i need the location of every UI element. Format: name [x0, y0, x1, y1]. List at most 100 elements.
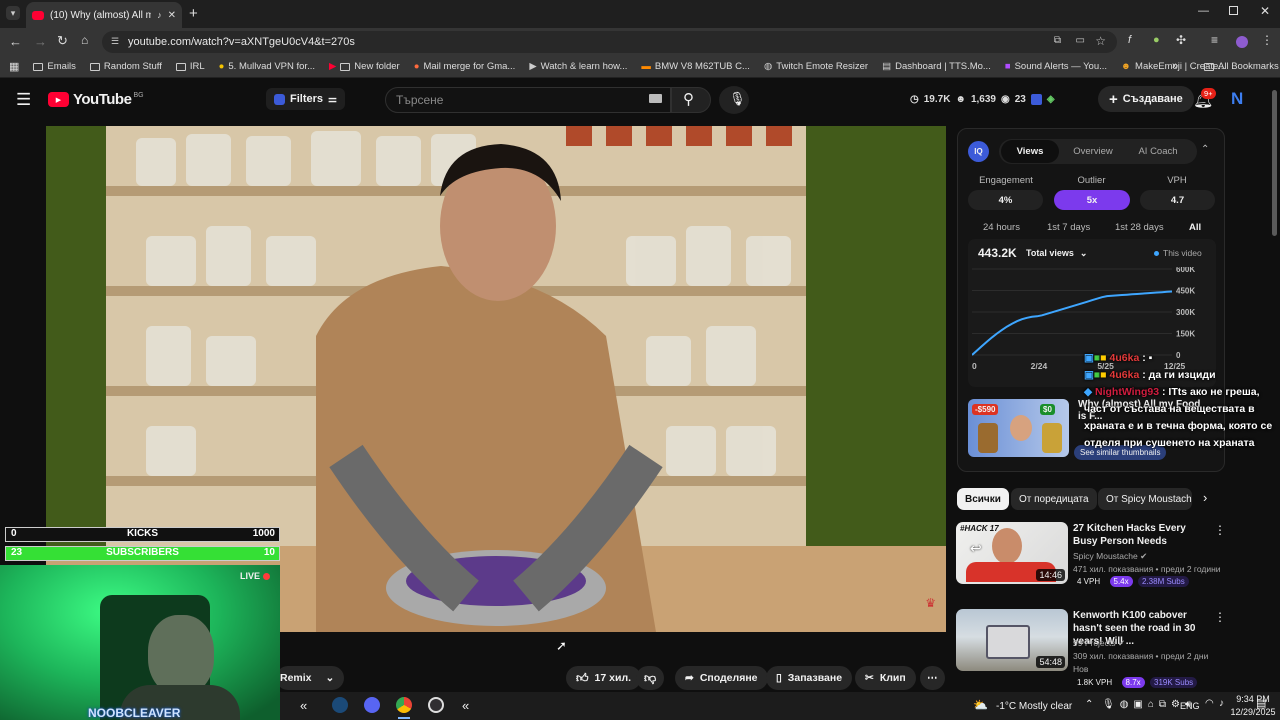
voice-search-button[interactable]: 🎙 [719, 86, 749, 114]
chrome-icon[interactable] [396, 697, 412, 713]
search-button[interactable]: ⚲ [671, 87, 711, 113]
profile-avatar[interactable] [1236, 36, 1248, 48]
collapse-chevron-icon[interactable]: ⌃ [1201, 144, 1209, 155]
clip-button[interactable]: ✂ Клип [855, 666, 916, 690]
bookmark-item[interactable]: ▶ Watch & learn how... [529, 61, 627, 72]
extension-f-icon[interactable]: f [1128, 34, 1131, 46]
range-28d[interactable]: 1st 28 days [1115, 222, 1164, 233]
chat-user: 4u6ka [1109, 352, 1140, 364]
keyboard-icon[interactable] [649, 94, 662, 103]
taskbar-app-icon[interactable]: « [300, 698, 307, 713]
chip-series[interactable]: От поредицата [1011, 488, 1097, 510]
chip-all[interactable]: Всички [957, 488, 1009, 510]
like-button[interactable]: 👍︎ 17 хил. [566, 666, 642, 690]
address-bar[interactable]: ☰ youtube.com/watch?v=aXNTgeU0cV4&t=270s… [102, 31, 1117, 53]
chips-next-icon[interactable]: › [1203, 490, 1207, 505]
share-button[interactable]: ➦ Споделяне [675, 666, 768, 690]
obs-icon[interactable] [428, 697, 444, 713]
bookmark-item[interactable]: ▶ New folder [329, 61, 400, 72]
home-icon[interactable]: ⌂ [81, 33, 88, 47]
dislike-button[interactable]: 👎︎ [636, 666, 665, 690]
remix-button[interactable]: Remix ⌄ [276, 666, 345, 690]
restore-button[interactable] [1229, 6, 1238, 15]
youtube-logo[interactable]: ▶ YouTube BG [48, 91, 144, 108]
steam-icon[interactable] [332, 697, 348, 713]
browser-tab[interactable]: (10) Why (almost) All my Fo ♪ ✕ [26, 2, 182, 28]
bookmark-item[interactable]: IRL [175, 61, 205, 72]
video-title[interactable]: 27 Kitchen Hacks Every Busy Person Needs [1073, 522, 1211, 548]
taskbar-app-icon[interactable]: « [462, 698, 469, 713]
thumbnail-preview[interactable]: -$590 $0 [968, 399, 1069, 457]
tray-chevron-icon[interactable]: ⌃ [1085, 699, 1093, 710]
discord-icon[interactable] [364, 697, 380, 713]
save-button[interactable]: ▯ Запазване [766, 666, 853, 690]
search-input[interactable]: Търсене [385, 87, 671, 113]
volume-icon[interactable]: ♪ [1219, 698, 1224, 709]
more-bookmarks-icon[interactable]: » [1172, 60, 1178, 72]
channel-name[interactable]: Spicy Moustache ✔ [1073, 551, 1147, 562]
minimize-button[interactable]: — [1198, 5, 1209, 17]
extensions-puzzle-icon[interactable]: ✣ [1176, 33, 1186, 47]
range-all[interactable]: All [1189, 222, 1201, 233]
iq-icon [274, 93, 285, 105]
x-tick-label: 2/24 [1031, 361, 1048, 371]
like-count: 17 хил. [594, 672, 632, 684]
tab-search-icon[interactable]: ▾ [6, 6, 20, 20]
close-window-button[interactable]: ✕ [1260, 4, 1270, 18]
bookmark-item[interactable]: ◍ Twitch Emote Resizer [764, 61, 868, 72]
channel-name[interactable]: 99 Projects ✔ [1073, 638, 1125, 649]
more-options-icon[interactable]: ⋮ [1214, 610, 1226, 624]
more-actions-button[interactable]: ⋯ [920, 666, 945, 690]
range-7d[interactable]: 1st 7 days [1047, 222, 1090, 233]
clock-date[interactable]: 12/29/2025 [1230, 707, 1276, 717]
car-icon: ▬ [641, 61, 651, 72]
bookmark-item[interactable]: Random Stuff [89, 61, 162, 72]
recommendation-item[interactable]: 54:48 Kenworth K100 cabover hasn't seen … [956, 609, 1226, 688]
language-indicator[interactable]: ENG [1180, 701, 1200, 711]
tab-views[interactable]: Views [1001, 140, 1059, 163]
translate-icon[interactable]: ⧉ [1054, 35, 1061, 46]
tab-audio-icon[interactable]: ♪ [157, 10, 162, 20]
bookmark-item[interactable]: ▬ BMW V8 M62TUB C... [641, 61, 750, 72]
chip-channel[interactable]: От Spicy Moustache [1098, 488, 1192, 510]
analytics-icon[interactable] [1030, 94, 1042, 105]
weather-icon[interactable]: ⛅ [973, 698, 988, 712]
cast-icon[interactable]: ▭ [1076, 35, 1085, 46]
filters-button[interactable]: Filters ⚌ [266, 88, 345, 110]
page-scrollbar[interactable] [1272, 90, 1277, 236]
bookmark-star-icon[interactable]: ☆ [1095, 34, 1106, 48]
apps-grid-icon[interactable]: ▦ [9, 60, 19, 73]
hamburger-menu-icon[interactable]: ☰ [16, 90, 31, 110]
bookmark-item[interactable]: ■ Sound Alerts — You... [1005, 61, 1107, 72]
check-shield-icon[interactable]: ◈ [1047, 94, 1055, 105]
new-tab-button[interactable]: + [189, 5, 198, 22]
chrome-menu-icon[interactable]: ⋮ [1261, 33, 1273, 47]
recommendation-item[interactable]: #HACK 17 ↩ 14:46 27 Kitchen Hacks Every … [956, 522, 1226, 587]
all-bookmarks[interactable]: All Bookmarks [1204, 61, 1279, 72]
wifi-icon[interactable]: ◠ [1205, 698, 1214, 709]
bookmark-item[interactable]: Emails [33, 61, 76, 72]
clock-time[interactable]: 9:34 PM [1233, 694, 1273, 704]
create-button[interactable]: + Създаване [1098, 86, 1194, 112]
video-thumbnail[interactable]: 54:48 [956, 609, 1068, 671]
weather-text[interactable]: -1°C Mostly clear [996, 701, 1072, 712]
video-thumbnail[interactable]: #HACK 17 ↩ 14:46 [956, 522, 1068, 584]
total-views-dropdown[interactable]: Total views ⌄ [1026, 248, 1087, 259]
forward-icon[interactable]: → [34, 34, 47, 49]
live-dot-icon [263, 572, 271, 580]
close-tab-icon[interactable]: ✕ [168, 10, 176, 21]
tab-overview[interactable]: Overview [1063, 140, 1123, 163]
tab-ai-coach[interactable]: AI Coach [1126, 140, 1190, 163]
extension-leaf-icon[interactable]: ● [1153, 34, 1160, 46]
notification-center-icon[interactable]: ▤ [1256, 697, 1266, 710]
site-info-icon[interactable]: ☰ [111, 36, 119, 47]
account-avatar[interactable]: N [1231, 89, 1243, 109]
bookmark-item[interactable]: ● 5. Mullvad VPN for... [219, 61, 315, 72]
media-control-icon[interactable]: ≡ [1211, 33, 1218, 47]
bookmark-item[interactable]: ▤ Dashboard | TTS.Mo... [882, 61, 991, 72]
more-options-icon[interactable]: ⋮ [1214, 523, 1226, 537]
range-24h[interactable]: 24 hours [983, 222, 1020, 233]
reload-icon[interactable]: ↻ [57, 33, 68, 49]
bookmark-item[interactable]: ● Mail merge for Gma... [414, 61, 516, 72]
back-icon[interactable]: ← [9, 34, 22, 49]
